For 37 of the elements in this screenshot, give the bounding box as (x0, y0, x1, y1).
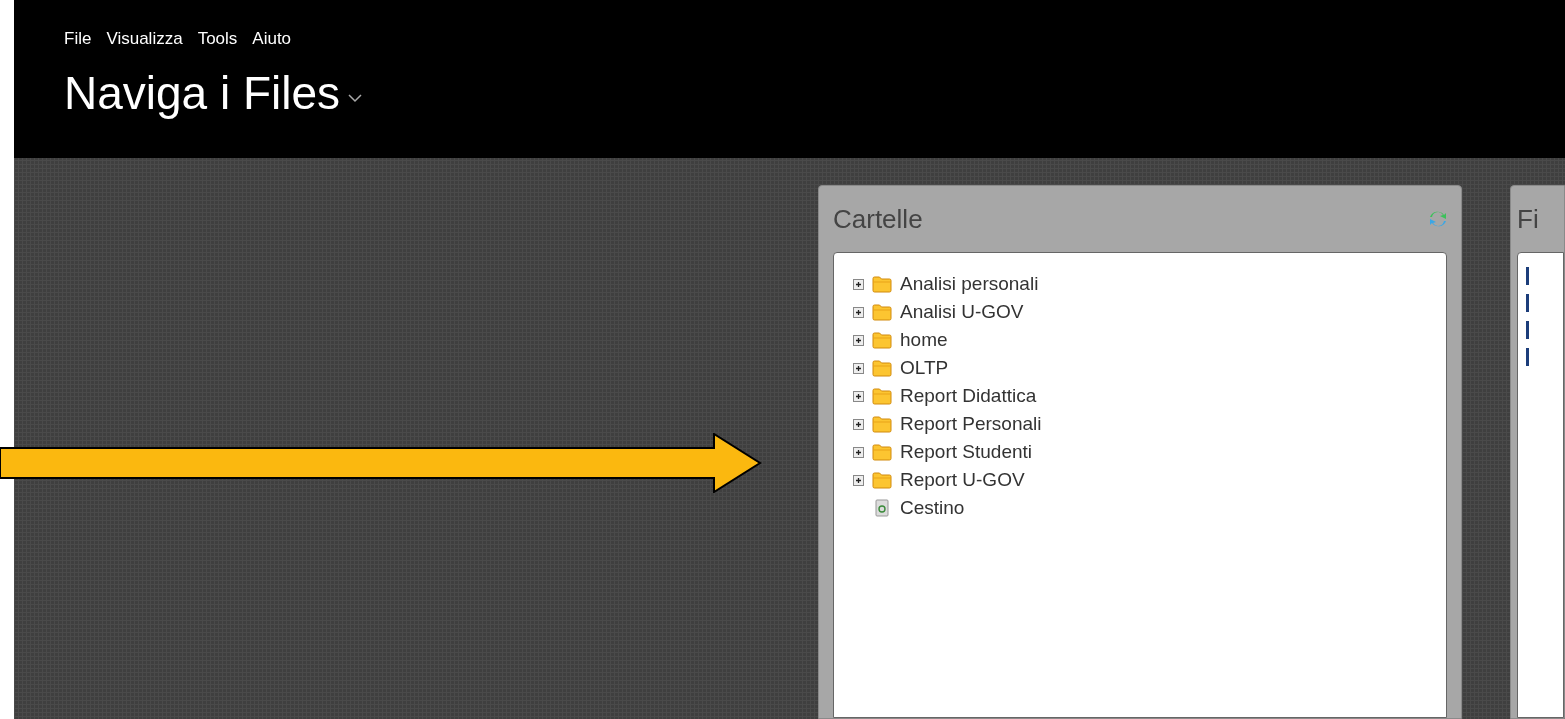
tree-item-label[interactable]: Report Personali (900, 409, 1042, 439)
expand-icon[interactable] (853, 390, 864, 402)
folder-icon (872, 331, 892, 349)
expand-icon[interactable] (853, 446, 864, 458)
menu-item[interactable]: Tools (197, 26, 238, 52)
tree-item-label[interactable]: OLTP (900, 353, 949, 383)
menu-item[interactable]: Aiuto (252, 26, 292, 52)
list-item-icon (1526, 294, 1529, 312)
expand-icon[interactable] (853, 474, 864, 486)
chevron-down-icon[interactable] (348, 94, 363, 103)
trash-icon (874, 499, 890, 517)
tree-item-label[interactable]: Analisi personali (900, 269, 1039, 299)
panel-title: Cartelle (833, 202, 923, 236)
tree-item-label[interactable]: Cestino (900, 493, 965, 523)
folder-icon (872, 415, 892, 433)
tree-item-label[interactable]: Analisi U-GOV (900, 297, 1024, 327)
list-item-icon (1526, 321, 1529, 339)
tree-item-label[interactable]: Report Didattica (900, 381, 1037, 411)
tree-item-label[interactable]: Report Studenti (900, 437, 1033, 467)
list-item-icon (1526, 267, 1529, 285)
menu-item[interactable]: File (64, 26, 92, 52)
expand-icon[interactable] (853, 418, 864, 430)
tree-item-label[interactable]: home (900, 325, 948, 355)
folder-icon (872, 387, 892, 405)
expand-icon[interactable] (853, 278, 864, 290)
folder-icon (872, 359, 892, 377)
list-item-icon (1526, 348, 1529, 366)
expand-icon[interactable] (853, 362, 864, 374)
folder-icon (872, 443, 892, 461)
tree-item-label[interactable]: Report U-GOV (900, 465, 1025, 495)
expand-icon[interactable] (853, 334, 864, 346)
folder-icon (872, 303, 892, 321)
expand-icon[interactable] (853, 306, 864, 318)
panel-title: Fi (1517, 202, 1539, 236)
folder-icon (872, 275, 892, 293)
menu-item[interactable]: Visualizza (106, 26, 183, 52)
folder-icon (872, 471, 892, 489)
